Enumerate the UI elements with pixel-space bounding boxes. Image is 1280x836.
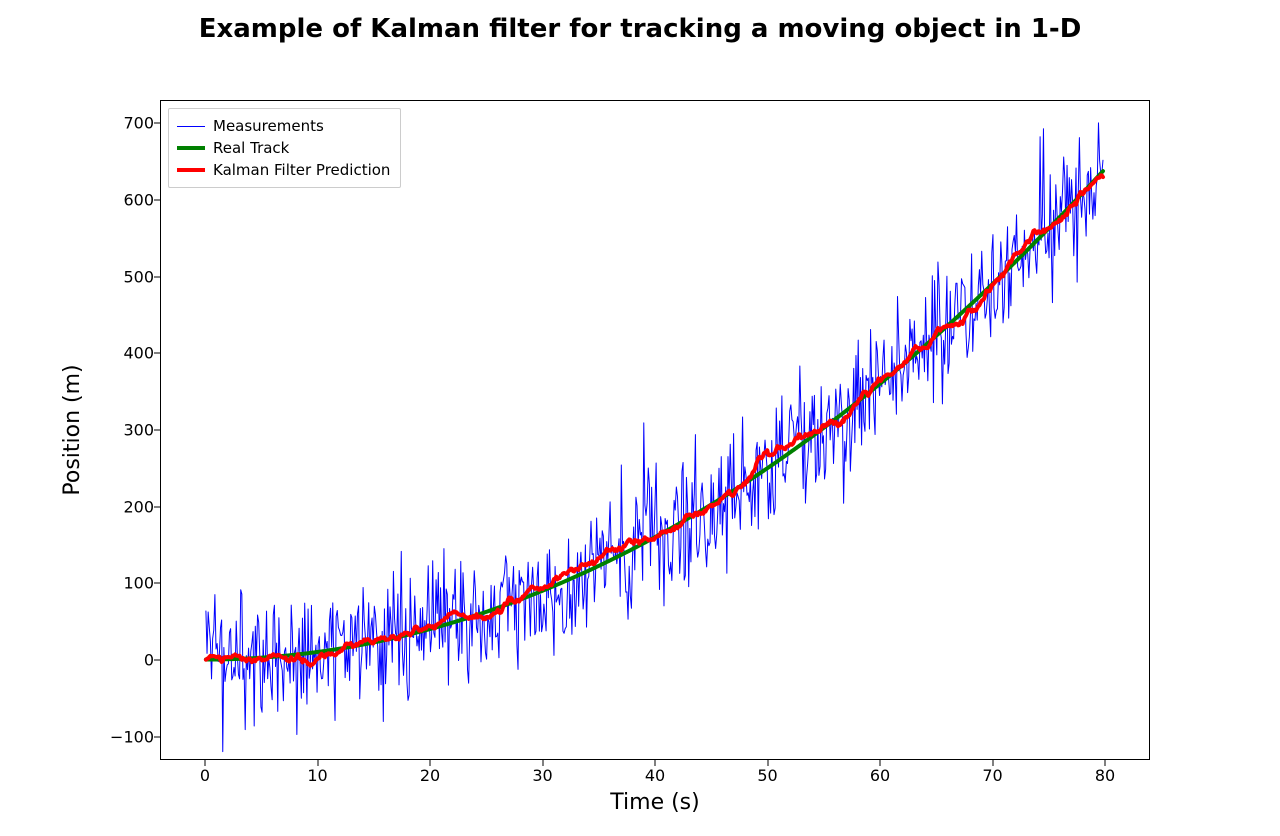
ytick-label: 300 xyxy=(104,421,154,440)
series-svg xyxy=(161,101,1149,759)
xtick-label: 0 xyxy=(200,766,210,785)
ytick-label: −100 xyxy=(104,727,154,746)
ytick-label: 400 xyxy=(104,344,154,363)
xtick-label: 70 xyxy=(982,766,1002,785)
legend-swatch-measurements xyxy=(177,126,205,127)
xtick-label: 50 xyxy=(757,766,777,785)
series-kalman-prediction xyxy=(206,175,1103,665)
chart-title: Example of Kalman filter for tracking a … xyxy=(0,14,1280,44)
ytick-mark xyxy=(154,736,160,737)
ytick-mark xyxy=(154,506,160,507)
legend-swatch-real xyxy=(177,146,205,150)
legend-swatch-kalman xyxy=(177,168,205,172)
legend: Measurements Real Track Kalman Filter Pr… xyxy=(168,108,401,188)
legend-label-kalman: Kalman Filter Prediction xyxy=(213,161,390,179)
y-axis-label: Position (m) xyxy=(60,100,90,760)
series-measurements xyxy=(206,123,1103,752)
ytick-label: 200 xyxy=(104,497,154,516)
ytick-mark xyxy=(154,430,160,431)
ytick-label: 0 xyxy=(104,651,154,670)
ytick-mark xyxy=(154,123,160,124)
ytick-mark xyxy=(154,660,160,661)
ytick-label: 100 xyxy=(104,574,154,593)
x-axis-label: Time (s) xyxy=(160,790,1150,815)
ytick-label: 600 xyxy=(104,190,154,209)
xtick-label: 60 xyxy=(870,766,890,785)
chart-container: Example of Kalman filter for tracking a … xyxy=(0,0,1280,836)
plot-area xyxy=(160,100,1150,760)
legend-label-real: Real Track xyxy=(213,139,289,157)
ytick-mark xyxy=(154,583,160,584)
xtick-label: 20 xyxy=(420,766,440,785)
xtick-label: 10 xyxy=(307,766,327,785)
legend-entry-real: Real Track xyxy=(177,137,390,159)
ytick-mark xyxy=(154,353,160,354)
xtick-label: 40 xyxy=(645,766,665,785)
ytick-mark xyxy=(154,276,160,277)
legend-entry-kalman: Kalman Filter Prediction xyxy=(177,159,390,181)
ytick-label: 500 xyxy=(104,267,154,286)
legend-entry-measurements: Measurements xyxy=(177,115,390,137)
legend-label-measurements: Measurements xyxy=(213,117,324,135)
series-real-track xyxy=(206,171,1103,659)
ytick-label: 700 xyxy=(104,114,154,133)
ytick-mark xyxy=(154,199,160,200)
xtick-label: 30 xyxy=(532,766,552,785)
xtick-label: 80 xyxy=(1095,766,1115,785)
